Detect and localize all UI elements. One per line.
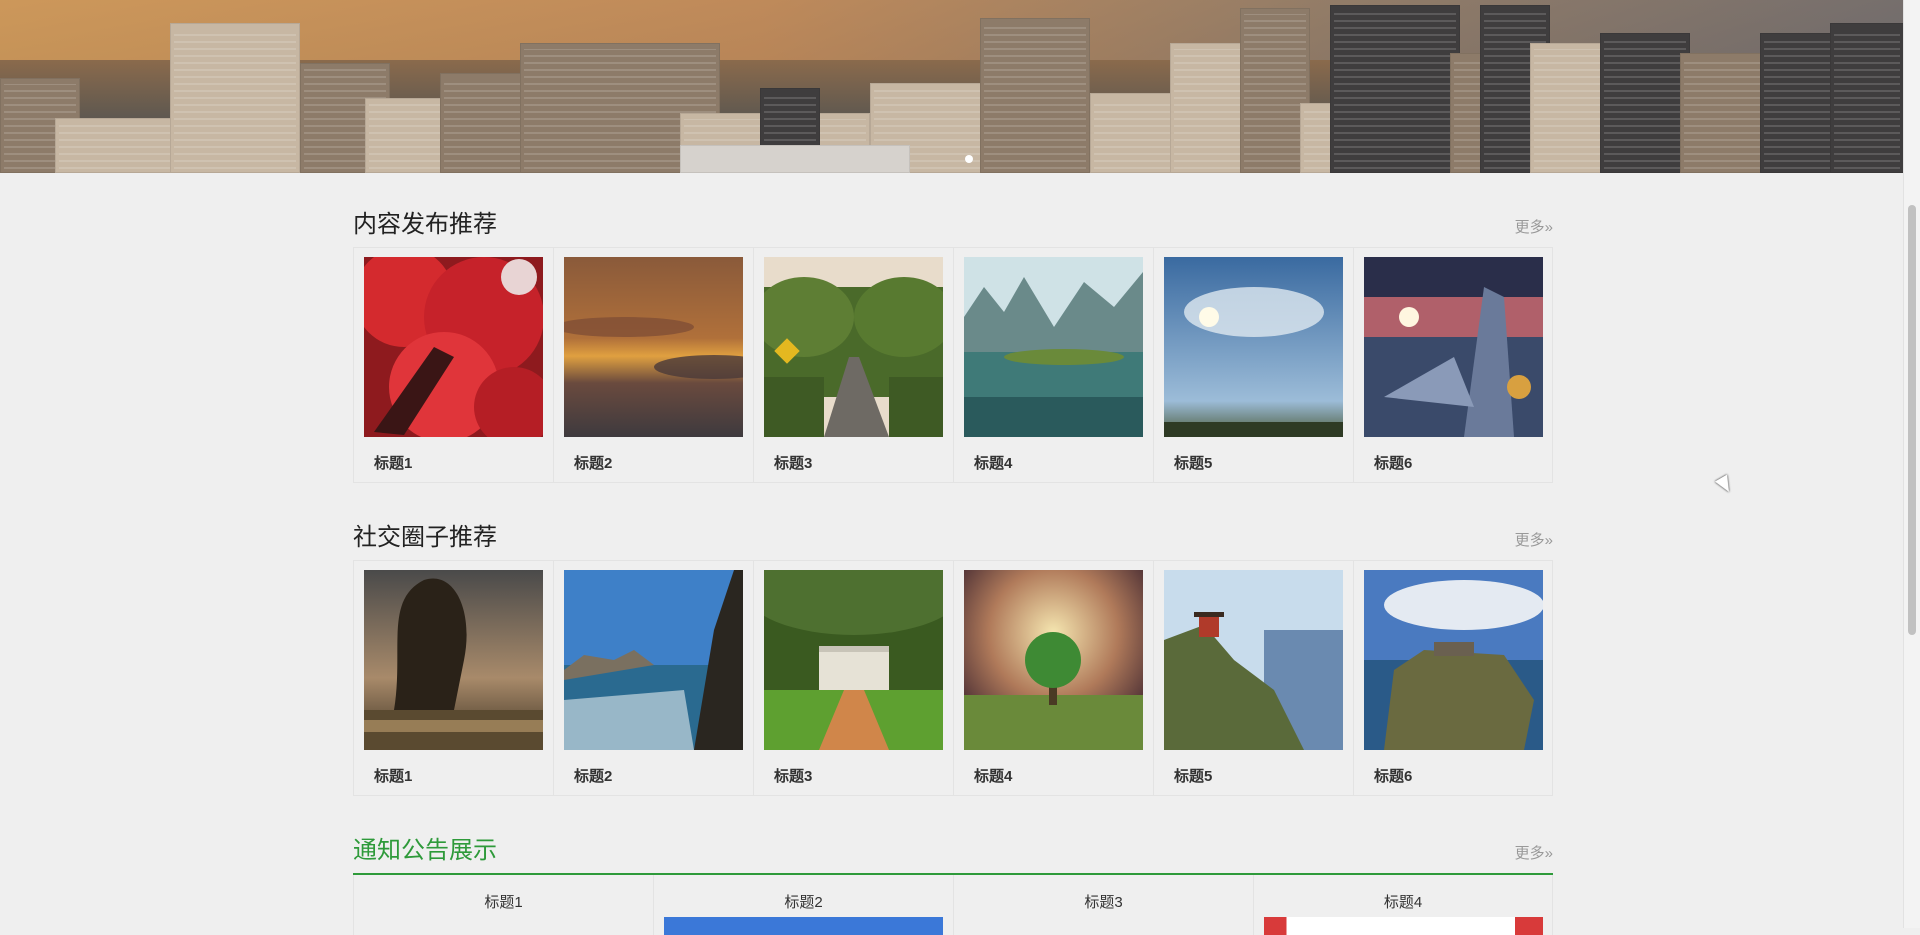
section-title: 内容发布推荐 bbox=[353, 211, 497, 238]
carousel-dot[interactable] bbox=[965, 155, 973, 163]
more-link[interactable]: 更多» bbox=[1515, 842, 1553, 863]
card-title[interactable]: 标题2 bbox=[574, 452, 612, 473]
hero-banner bbox=[0, 0, 1904, 173]
notice-title[interactable]: 标题4 bbox=[1254, 891, 1552, 912]
card-image[interactable] bbox=[364, 570, 543, 750]
card-image[interactable] bbox=[1164, 257, 1343, 437]
notice-title[interactable]: 标题2 bbox=[654, 891, 953, 912]
card-title[interactable]: 标题6 bbox=[1374, 452, 1412, 473]
card-image[interactable] bbox=[564, 257, 743, 437]
card-image[interactable] bbox=[1364, 570, 1543, 750]
card-title[interactable]: 标题2 bbox=[574, 765, 612, 786]
card-grid: 标题1 标题2 标题3 标题4 标题5 标题6 bbox=[353, 560, 1553, 796]
notice-item[interactable]: 标题1 bbox=[353, 875, 653, 935]
notice-item[interactable]: 标题4 bbox=[1253, 875, 1553, 935]
card[interactable]: 标题1 bbox=[354, 248, 554, 482]
card-title[interactable]: 标题1 bbox=[374, 452, 412, 473]
card-title[interactable]: 标题4 bbox=[974, 452, 1012, 473]
more-link[interactable]: 更多» bbox=[1515, 529, 1553, 550]
notice-grid: 标题1 标题2 标题3 标题4 bbox=[353, 875, 1553, 935]
card[interactable]: 标题1 bbox=[354, 561, 554, 795]
more-link[interactable]: 更多» bbox=[1515, 216, 1553, 237]
card[interactable]: 标题5 bbox=[1154, 248, 1354, 482]
section-notice: 通知公告展示 更多» 标题1 标题2 标题3 标题4 bbox=[353, 830, 1553, 935]
card[interactable]: 标题2 bbox=[554, 561, 754, 795]
card-title[interactable]: 标题4 bbox=[974, 765, 1012, 786]
card-image[interactable] bbox=[764, 257, 943, 437]
card[interactable]: 标题3 bbox=[754, 248, 954, 482]
section-title: 社交圈子推荐 bbox=[353, 524, 497, 551]
notice-image[interactable] bbox=[1264, 917, 1543, 935]
card-image[interactable] bbox=[964, 570, 1143, 750]
card-title[interactable]: 标题3 bbox=[774, 765, 812, 786]
section-social-recommend: 社交圈子推荐 更多» 标题1 标题2 标题3 标题4 标题5 标题6 bbox=[353, 517, 1553, 797]
card-image[interactable] bbox=[564, 570, 743, 750]
card-grid: 标题1 标题2 标题3 标题4 标题5 标题6 bbox=[353, 247, 1553, 483]
card[interactable]: 标题3 bbox=[754, 561, 954, 795]
page-scrollbar[interactable] bbox=[1903, 0, 1920, 928]
notice-item[interactable]: 标题3 bbox=[953, 875, 1253, 935]
card[interactable]: 标题6 bbox=[1354, 561, 1552, 795]
notice-title[interactable]: 标题3 bbox=[954, 891, 1253, 912]
card-title[interactable]: 标题5 bbox=[1174, 452, 1212, 473]
card[interactable]: 标题4 bbox=[954, 248, 1154, 482]
card-image[interactable] bbox=[1164, 570, 1343, 750]
card[interactable]: 标题5 bbox=[1154, 561, 1354, 795]
card[interactable]: 标题2 bbox=[554, 248, 754, 482]
card-title[interactable]: 标题3 bbox=[774, 452, 812, 473]
card-image[interactable] bbox=[364, 257, 543, 437]
notice-item[interactable]: 标题2 bbox=[653, 875, 953, 935]
scrollbar-thumb[interactable] bbox=[1908, 205, 1916, 635]
mouse-cursor-icon bbox=[1714, 474, 1736, 496]
card-image[interactable] bbox=[764, 570, 943, 750]
card[interactable]: 标题6 bbox=[1354, 248, 1552, 482]
notice-image[interactable] bbox=[664, 917, 943, 935]
notice-title[interactable]: 标题1 bbox=[354, 891, 653, 912]
card[interactable]: 标题4 bbox=[954, 561, 1154, 795]
section-content-recommend: 内容发布推荐 更多» 标题1 标题2 标题3 标题4 标题5 标题6 bbox=[353, 204, 1553, 484]
card-title[interactable]: 标题1 bbox=[374, 765, 412, 786]
card-title[interactable]: 标题6 bbox=[1374, 765, 1412, 786]
card-image[interactable] bbox=[964, 257, 1143, 437]
card-image[interactable] bbox=[1364, 257, 1543, 437]
card-title[interactable]: 标题5 bbox=[1174, 765, 1212, 786]
section-title: 通知公告展示 bbox=[353, 837, 497, 864]
